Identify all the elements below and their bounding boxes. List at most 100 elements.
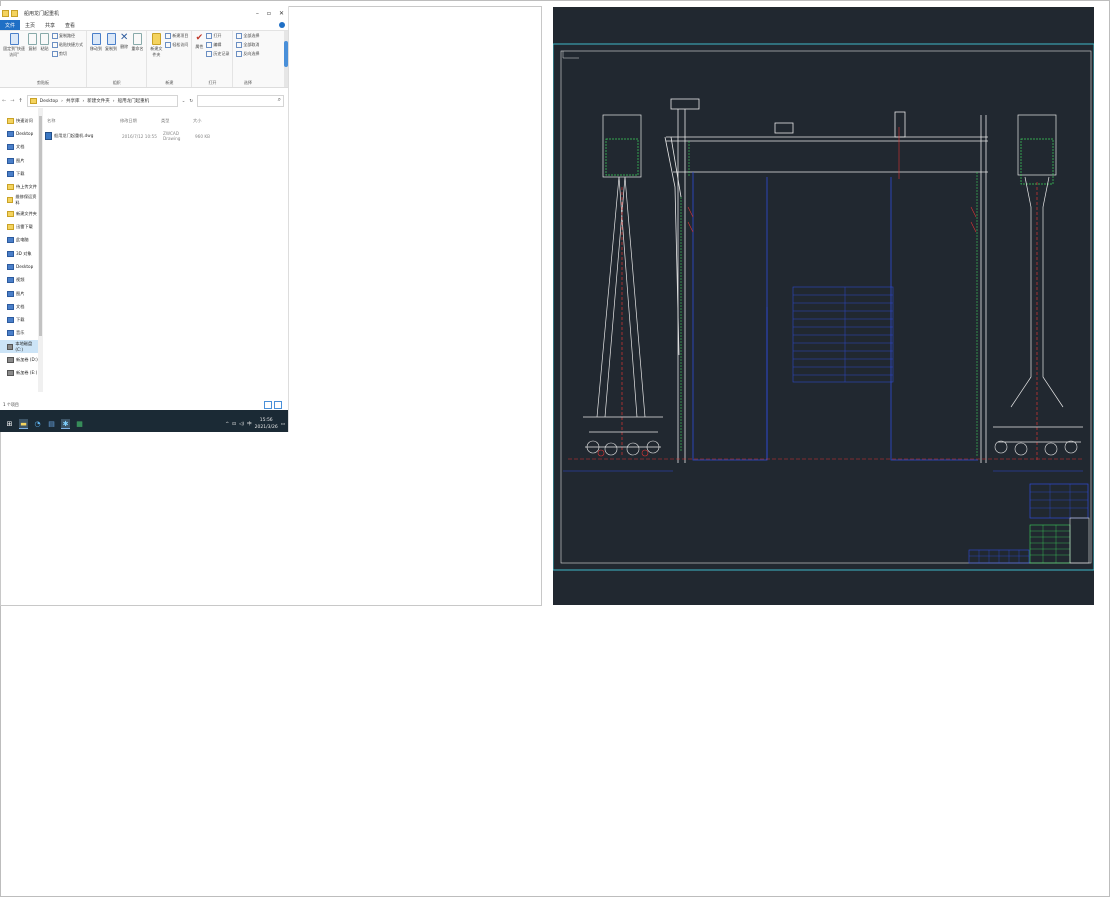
sidebar-item[interactable]: 新加卷 (D:) xyxy=(0,353,38,366)
sidebar-item-label: 文档 xyxy=(16,144,25,150)
new-item-button[interactable]: 新建项目 xyxy=(165,33,188,39)
tab-file[interactable]: 文件 xyxy=(0,20,21,30)
close-icon[interactable]: ✕ xyxy=(279,10,284,17)
cut-button[interactable]: 剪切 xyxy=(52,51,83,57)
sidebar-item[interactable]: 文档 xyxy=(0,141,38,154)
sidebar-item[interactable]: 图片 xyxy=(0,287,38,300)
details-view-icon[interactable] xyxy=(264,401,272,409)
list-item[interactable]: 船用龙门起重机.dwg 2016/7/12 10:55 ZWCAD Drawin… xyxy=(43,130,288,142)
column-type[interactable]: 类型 xyxy=(161,118,193,124)
copy-path-button[interactable]: 复制路径 xyxy=(52,33,83,39)
sidebar-item[interactable]: 此电脑 xyxy=(0,234,38,247)
copy-icon xyxy=(28,33,37,45)
main-girder xyxy=(664,98,988,463)
forward-arrow-icon[interactable]: → xyxy=(10,98,14,104)
sheet-task-icon[interactable]: ▦ xyxy=(75,420,84,429)
pin-icon xyxy=(9,33,19,45)
music-icon xyxy=(7,330,14,337)
sidebar-item[interactable]: 新建文件夹 xyxy=(0,207,38,220)
path-icon xyxy=(52,33,58,39)
clock[interactable]: 15:56 2021/3/26 xyxy=(255,417,278,431)
open-group-label: 打开 xyxy=(208,80,217,85)
new-folder-button[interactable]: 新建文件夹 xyxy=(150,33,162,78)
up-arrow-icon[interactable]: ↑ xyxy=(18,98,22,104)
sidebar-item[interactable]: 音乐 xyxy=(0,327,38,340)
select-none-button[interactable]: 全部取消 xyxy=(236,42,259,48)
rename-button[interactable]: 重命名 xyxy=(131,33,143,78)
gantry-crane-drawing xyxy=(553,43,1094,571)
sidebar-item[interactable]: 本地磁盘 (C:) xyxy=(0,340,38,354)
sidebar-item[interactable]: Desktop xyxy=(0,127,38,140)
edit-button[interactable]: 编辑 xyxy=(206,42,229,48)
paste-button[interactable]: 粘贴 xyxy=(40,33,49,78)
new-group: 新建文件夹 新建项目 轻松访问 新建 xyxy=(147,31,193,87)
tiles-view-icon[interactable] xyxy=(274,401,282,409)
sidebar-item[interactable]: Desktop xyxy=(0,260,38,273)
breadcrumb-desktop[interactable]: Desktop xyxy=(40,99,59,104)
document-task-icon[interactable]: ▤ xyxy=(47,420,56,429)
open-button[interactable]: 打开 xyxy=(206,33,229,39)
minimize-icon[interactable]: – xyxy=(256,10,259,17)
history-button[interactable]: 历史记录 xyxy=(206,51,229,57)
file-size: 960 KB xyxy=(195,133,210,139)
copy-to-button[interactable]: 复制到 xyxy=(105,33,117,78)
start-icon[interactable]: ⊞ xyxy=(5,420,14,429)
cad-drawing-viewer[interactable] xyxy=(553,7,1094,605)
quick-access-toolbar[interactable] xyxy=(2,9,18,17)
tray-chevron-icon[interactable]: ^ xyxy=(225,422,229,427)
tab-share[interactable]: 共享 xyxy=(40,20,60,30)
sidebar-item[interactable]: 待上传文件 xyxy=(0,180,38,193)
maximize-icon[interactable]: ▫ xyxy=(267,10,271,17)
tab-view[interactable]: 查看 xyxy=(60,20,80,30)
sidebar-item[interactable]: 文档 xyxy=(0,300,38,313)
open-group: ✔ 属性 打开 编辑 历史记录 打开 xyxy=(192,31,234,87)
back-arrow-icon[interactable]: ← xyxy=(2,98,6,104)
chevron-down-icon[interactable]: ⌄ xyxy=(182,99,186,104)
explorer-task-icon[interactable]: ▬ xyxy=(19,419,28,429)
copy-button[interactable]: 复制 xyxy=(28,33,37,78)
delete-button[interactable]: ✕ 删除 xyxy=(120,33,128,78)
sidebar-item[interactable]: 图片 xyxy=(0,154,38,167)
rename-icon xyxy=(132,33,142,45)
pin-quick-access-button[interactable]: 固定到"快速访问" xyxy=(3,33,25,78)
dwg-file-icon xyxy=(45,132,52,140)
browser-task-icon[interactable]: ◔ xyxy=(33,420,42,429)
breadcrumb-new-folder[interactable]: 新建文件夹 xyxy=(87,98,110,104)
paste-shortcut-button[interactable]: 粘贴快捷方式 xyxy=(52,42,83,48)
move-to-button[interactable]: 移动到 xyxy=(90,33,102,78)
refresh-icon[interactable]: ↻ xyxy=(189,99,193,104)
network-icon[interactable]: ⊡ xyxy=(232,422,236,427)
easy-access-button[interactable]: 轻松访问 xyxy=(165,42,188,48)
ime-icon[interactable]: 中 xyxy=(247,421,252,427)
breadcrumb-shared[interactable]: 共享库 xyxy=(66,98,80,104)
sidebar-item[interactable]: 3D 对象 xyxy=(0,247,38,260)
volume-icon[interactable]: ◁) xyxy=(239,422,244,427)
sidebar-item-label: 新加卷 (E:) xyxy=(16,370,38,376)
invert-selection-button[interactable]: 反向选择 xyxy=(236,51,259,57)
ribbon-scrollbar[interactable] xyxy=(284,31,288,87)
sidebar-item[interactable]: 快速访问 xyxy=(0,114,38,127)
system-tray: ^ ⊡ ◁) 中 15:56 2021/3/26 ▭ xyxy=(225,417,288,431)
sidebar-item[interactable]: 维修保运资料 xyxy=(0,194,38,207)
spec-table xyxy=(792,286,894,383)
column-modified[interactable]: 修改日期 xyxy=(120,118,161,124)
sidebar-item[interactable]: 下载 xyxy=(0,167,38,180)
sidebar-item[interactable]: 迅雷下载 xyxy=(0,220,38,233)
cad-task-icon[interactable]: ✱ xyxy=(61,419,70,429)
notification-icon[interactable]: ▭ xyxy=(281,422,285,427)
address-bar[interactable]: Desktop › 共享库 › 新建文件夹 › 船用龙门起重机 xyxy=(26,95,178,107)
search-input[interactable] xyxy=(197,95,284,107)
delete-icon: ✕ xyxy=(120,32,129,43)
chevron-right-icon: › xyxy=(61,98,63,104)
help-icon[interactable] xyxy=(279,22,285,28)
sidebar-item[interactable]: 新加卷 (E:) xyxy=(0,367,38,380)
column-size[interactable]: 大小 xyxy=(193,118,201,124)
chevron-right-icon: › xyxy=(82,98,85,104)
sidebar-item[interactable]: 视频 xyxy=(0,274,38,287)
breadcrumb-current[interactable]: 船用龙门起重机 xyxy=(118,98,150,104)
select-all-button[interactable]: 全部选择 xyxy=(236,33,259,39)
column-name[interactable]: 名称 xyxy=(43,118,120,124)
sidebar-item[interactable]: 下载 xyxy=(0,313,38,326)
properties-button[interactable]: ✔ 属性 xyxy=(195,33,203,78)
tab-home[interactable]: 主页 xyxy=(20,20,40,30)
